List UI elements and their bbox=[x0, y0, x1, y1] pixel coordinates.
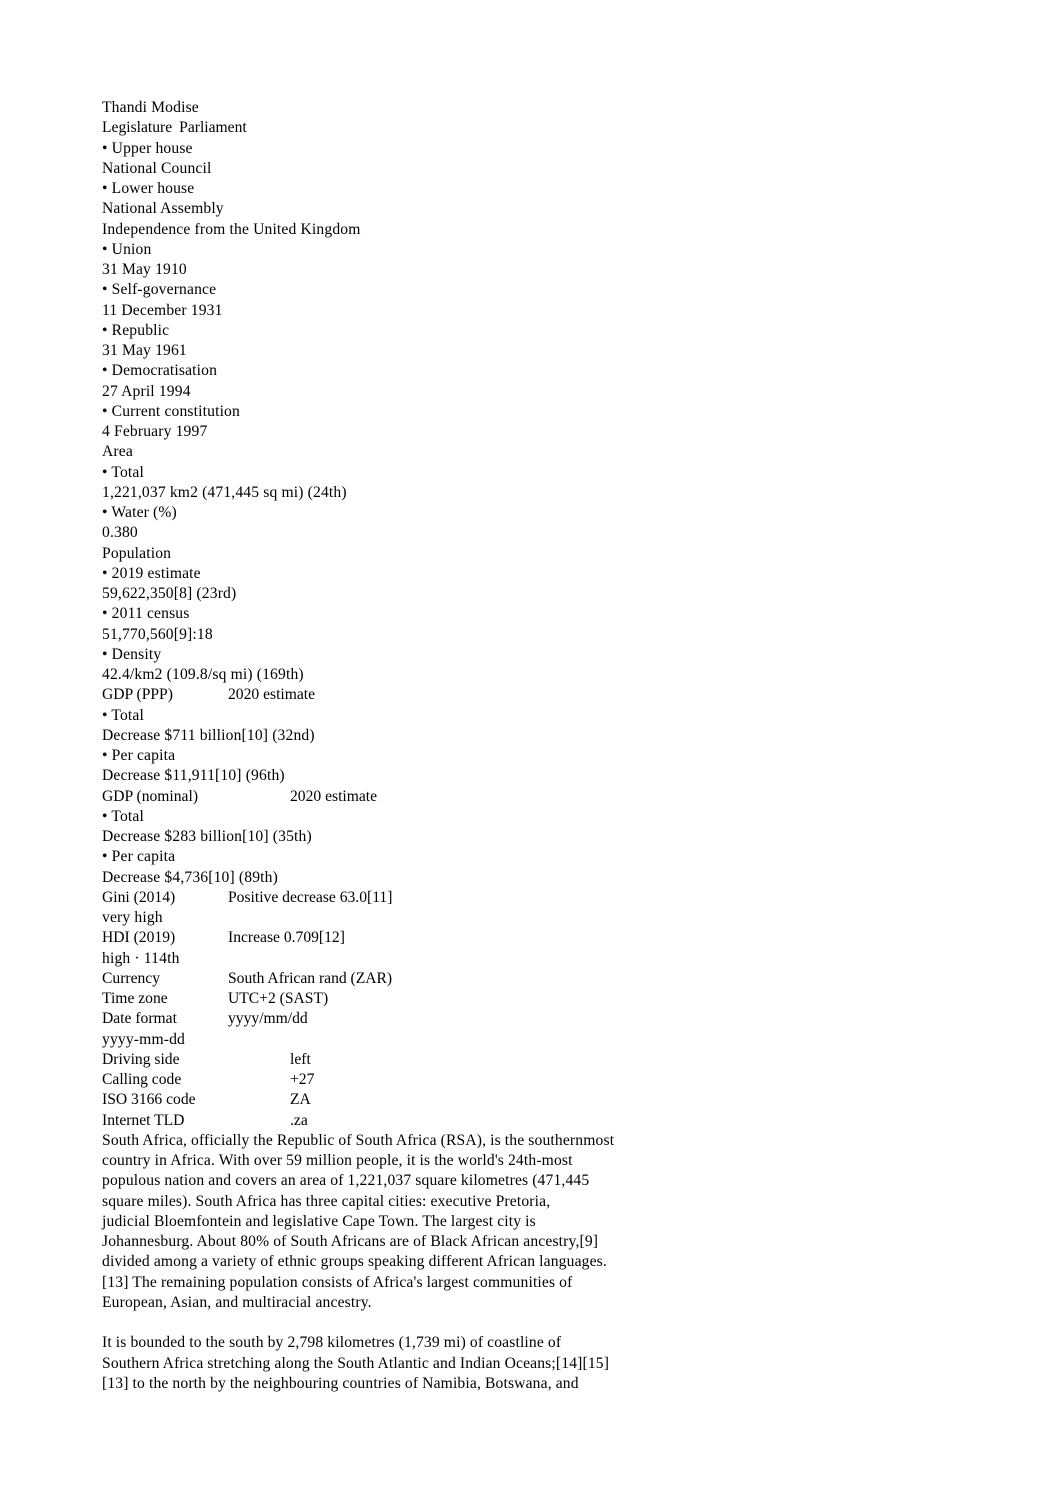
infobox-line-constitution-date: 4 February 1997 bbox=[102, 423, 208, 440]
infobox-line-gdp-nom-total-value: Decrease $283 billion[10] (35th) bbox=[102, 828, 312, 845]
paragraph-line: It is bounded to the south by 2,798 kilo… bbox=[102, 1334, 562, 1352]
infobox-label-date-format: Date format bbox=[102, 1010, 177, 1028]
infobox-label-iso-3166-code: ISO 3166 code bbox=[102, 1091, 196, 1109]
infobox-label-time-zone: Time zone bbox=[102, 990, 168, 1007]
infobox-line-gdp-ppp-total-value: Decrease $711 billion[10] (32nd) bbox=[102, 726, 315, 744]
infobox-line-population-heading: Population bbox=[102, 544, 172, 562]
infobox-line-lower-house-label: • Lower house bbox=[102, 180, 195, 197]
infobox-line-date-format-alt: yyyy-mm-dd bbox=[102, 1030, 185, 1048]
paragraph-line: divided among a variety of ethnic groups… bbox=[102, 1253, 607, 1271]
paragraph-line: square miles). South Africa has three ca… bbox=[102, 1192, 551, 1210]
infobox-line-gdp-nom-capita-label: • Per capita bbox=[102, 848, 176, 866]
infobox-line-republic-label: • Republic bbox=[102, 321, 170, 339]
infobox-line-speaker-name: Thandi Modise bbox=[102, 99, 199, 116]
infobox-line-democratisation-date: 27 April 1994 bbox=[102, 382, 191, 400]
infobox-label-hdi: HDI (2019) bbox=[102, 929, 176, 947]
infobox-value-iso-3166-code: ZA bbox=[290, 1091, 311, 1109]
infobox-value-gdp-nominal: 2020 estimate bbox=[290, 787, 378, 805]
infobox-value-gdp-ppp: 2020 estimate bbox=[228, 686, 316, 704]
infobox-label-gini: Gini (2014) bbox=[102, 888, 176, 906]
infobox-line-area-water-label: • Water (%) bbox=[102, 504, 177, 521]
paragraph-line: [13] The remaining population consists o… bbox=[102, 1273, 573, 1291]
infobox-line-gdp-nom-total-label: • Total bbox=[102, 807, 144, 825]
infobox-line-gdp-ppp-capita-value: Decrease $11,911[10] (96th) bbox=[102, 767, 285, 785]
infobox-value-calling-code: +27 bbox=[290, 1071, 315, 1088]
infobox-value-gini: Positive decrease 63.0[11] bbox=[228, 888, 393, 906]
infobox-row-time-zone: Time zone UTC+2 (SAST) bbox=[102, 989, 702, 1009]
infobox-label-internet-tld: Internet TLD bbox=[102, 1111, 185, 1129]
intro-paragraph: South Africa, officially the Republic of… bbox=[102, 1131, 682, 1313]
infobox-line-independence-heading: Independence from the United Kingdom bbox=[102, 220, 361, 238]
infobox-value-hdi: Increase 0.709[12] bbox=[228, 929, 345, 947]
infobox-row-hdi: HDI (2019) Increase 0.709[12] bbox=[102, 928, 702, 948]
infobox-value-legislature: Parliament bbox=[179, 119, 247, 137]
infobox-line-lower-house-value: National Assembly bbox=[102, 200, 224, 218]
infobox-line-upper-house-label: • Upper house bbox=[102, 139, 193, 157]
infobox-line-gdp-ppp-total-label: • Total bbox=[102, 706, 144, 724]
document-page: Thandi Modise Legislature Parliament • Uppe… bbox=[0, 0, 1062, 1506]
infobox-value-currency: South African rand (ZAR) bbox=[228, 969, 393, 987]
paragraph-line: South Africa, officially the Republic of… bbox=[102, 1131, 615, 1149]
infobox-line-hdi-rating: high · 114th bbox=[102, 949, 180, 967]
paragraph-line: European, Asian, and multiracial ancestr… bbox=[102, 1293, 372, 1311]
paragraph-line: country in Africa. With over 59 million … bbox=[102, 1152, 573, 1169]
paragraph-line: [13] to the north by the neighbouring co… bbox=[102, 1374, 579, 1392]
infobox-row-gdp-ppp: GDP (PPP) 2020 estimate bbox=[102, 685, 702, 705]
infobox-label-gdp-nominal: GDP (nominal) bbox=[102, 787, 199, 805]
infobox-row-gini: Gini (2014) Positive decrease 63.0[11] bbox=[102, 888, 702, 908]
infobox-label-currency: Currency bbox=[102, 969, 161, 987]
text-column: Thandi Modise Legislature Parliament • Uppe… bbox=[102, 98, 702, 1394]
infobox-row-gdp-nominal: GDP (nominal) 2020 estimate bbox=[102, 787, 702, 807]
infobox-line-gdp-nom-capita-value: Decrease $4,736[10] (89th) bbox=[102, 868, 278, 886]
infobox-line-pop-2011-label: • 2011 census bbox=[102, 605, 190, 623]
infobox-line-republic-date: 31 May 1961 bbox=[102, 342, 187, 359]
infobox-row-driving-side: Driving side left bbox=[102, 1050, 702, 1070]
infobox-line-pop-2019-value: 59,622,350[8] (23rd) bbox=[102, 585, 237, 602]
paragraph-line: populous nation and covers an area of 1,… bbox=[102, 1172, 590, 1190]
paragraph-line: judicial Bloemfontein and legislative Ca… bbox=[102, 1212, 536, 1230]
infobox-line-pop-density-label: • Density bbox=[102, 645, 162, 663]
infobox-line-upper-house-value: National Council bbox=[102, 159, 212, 177]
infobox-line-pop-density-value: 42.4/km2 (109.8/sq mi) (169th) bbox=[102, 666, 304, 683]
infobox-row-iso-3166-code: ISO 3166 code ZA bbox=[102, 1090, 702, 1110]
infobox-row-internet-tld: Internet TLD .za bbox=[102, 1111, 702, 1131]
infobox-line-gini-rating: very high bbox=[102, 909, 163, 926]
infobox-line-area-heading: Area bbox=[102, 443, 133, 461]
infobox-line-gdp-ppp-capita-label: • Per capita bbox=[102, 747, 176, 764]
infobox-line-self-governance-label: • Self-governance bbox=[102, 281, 217, 299]
infobox-value-date-format: yyyy/mm/dd bbox=[228, 1010, 308, 1028]
infobox-value-internet-tld: .za bbox=[290, 1111, 308, 1129]
paragraph-line: Johannesburg. About 80% of South African… bbox=[102, 1233, 599, 1250]
infobox-label-driving-side: Driving side bbox=[102, 1050, 180, 1068]
infobox-text-block: Thandi Modise Legislature Parliament • Uppe… bbox=[102, 98, 702, 1131]
infobox-line-area-total-value: 1,221,037 km2 (471,445 sq mi) (24th) bbox=[102, 483, 347, 501]
body-text-block: South Africa, officially the Republic of… bbox=[102, 1131, 702, 1394]
infobox-line-union-label: • Union bbox=[102, 240, 152, 258]
infobox-label-gdp-ppp: GDP (PPP) bbox=[102, 686, 173, 704]
geography-paragraph: It is bounded to the south by 2,798 kilo… bbox=[102, 1333, 682, 1394]
infobox-line-pop-2011-value: 51,770,560[9]:18 bbox=[102, 625, 213, 643]
infobox-label-legislature: Legislature bbox=[102, 119, 173, 137]
infobox-line-area-water-value: 0.380 bbox=[102, 524, 138, 542]
infobox-row-calling-code: Calling code +27 bbox=[102, 1070, 702, 1090]
infobox-line-pop-2019-label: • 2019 estimate bbox=[102, 564, 201, 582]
infobox-row-legislature: Legislature Parliament bbox=[102, 118, 702, 138]
infobox-value-driving-side: left bbox=[290, 1050, 311, 1068]
infobox-line-democratisation-label: • Democratisation bbox=[102, 362, 218, 380]
paragraph-line: Southern Africa stretching along the Sou… bbox=[102, 1354, 610, 1372]
infobox-line-area-total-label: • Total bbox=[102, 463, 144, 481]
infobox-line-union-date: 31 May 1910 bbox=[102, 261, 187, 278]
infobox-line-self-governance-date: 11 December 1931 bbox=[102, 301, 223, 319]
infobox-row-date-format: Date format yyyy/mm/dd bbox=[102, 1009, 702, 1029]
infobox-value-time-zone: UTC+2 (SAST) bbox=[228, 990, 329, 1007]
infobox-label-calling-code: Calling code bbox=[102, 1071, 182, 1088]
infobox-line-constitution-label: • Current constitution bbox=[102, 402, 240, 420]
infobox-row-currency: Currency South African rand (ZAR) bbox=[102, 969, 702, 989]
